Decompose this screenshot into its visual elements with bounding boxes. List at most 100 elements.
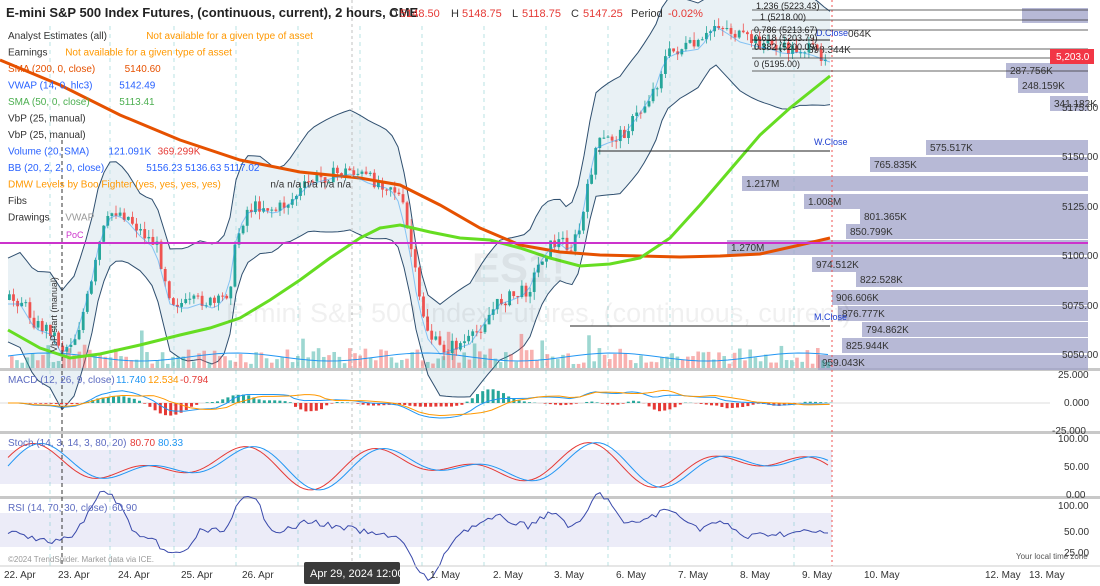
date-axis-label: 8. May (740, 570, 770, 581)
volume-bar (576, 363, 581, 368)
volume-bar (530, 349, 534, 368)
chart-canvas[interactable]: 287.756K248.159K341.182K575.517K765.835K… (0, 0, 1100, 586)
macd-value-1: 11.740 (116, 375, 146, 386)
macd-histogram-bar (736, 403, 739, 408)
volume-bar (680, 359, 685, 368)
symbol-title[interactable]: E-mini S&P 500 Index Futures, (continuou… (6, 5, 419, 20)
rsi-axis-mid: 50.00 (1064, 527, 1089, 538)
volume-bar (566, 353, 570, 368)
volume-bar (597, 348, 602, 368)
volume-bar (483, 354, 487, 368)
candle-body (418, 267, 421, 297)
macd-histogram-bar (330, 403, 334, 404)
volume-bar (602, 354, 607, 368)
volume-bar (706, 351, 711, 368)
volume-bar (249, 363, 253, 368)
stoch-value-1: 80.70 (130, 438, 155, 449)
volume-bar (727, 363, 732, 368)
legend-label: Volume (20, SMA) (8, 147, 89, 158)
candle-body (590, 174, 593, 184)
candle-body (627, 131, 630, 138)
volume-bar (467, 359, 472, 368)
volume-bar (415, 349, 420, 368)
macd-histogram-bar (320, 403, 323, 410)
volume-bar (358, 355, 362, 368)
candle-body (360, 171, 364, 174)
date-axis-label: 3. May (554, 570, 584, 581)
stoch-axis-mid: 50.00 (1064, 462, 1089, 473)
fib-label-0382: 0.382 (5200.09) (754, 42, 818, 52)
volume-bar (327, 355, 331, 368)
macd-histogram-bar (611, 403, 615, 405)
volume-bar (556, 359, 560, 368)
macd-histogram-bar (44, 403, 48, 404)
pane-separator-rsi[interactable] (0, 496, 1100, 499)
legend-value: 5140.60 (125, 64, 162, 75)
macd-histogram-bar (491, 389, 495, 403)
legend-label: SMA (50, 0, close) (8, 97, 90, 108)
candle-body (684, 42, 688, 50)
price-axis-label: 5050.00 (1062, 350, 1099, 361)
volume-bar (296, 356, 300, 368)
macd-histogram-bar (564, 403, 568, 405)
volume-bar (628, 360, 633, 368)
macd-histogram-bar (408, 403, 412, 406)
macd-histogram-bar (299, 403, 303, 410)
vbp-label: 974.512K (816, 260, 859, 271)
local-time-label[interactable]: Your local time zone (1016, 552, 1088, 561)
volume-bar (649, 361, 654, 368)
volume-bar (660, 357, 664, 368)
volume-bar (342, 363, 347, 368)
candle-body (159, 241, 163, 270)
candle-body (561, 237, 565, 240)
candle-body (467, 335, 470, 342)
volume-bar (691, 356, 695, 368)
vbp-label: 794.862K (866, 325, 909, 336)
date-axis-label: 13. May (1029, 570, 1065, 581)
vbp-label: 801.365K (864, 212, 907, 223)
volume-bar (426, 361, 430, 368)
date-axis-label: 2. May (493, 570, 523, 581)
macd-histogram-bar (548, 403, 552, 405)
volume-bar (155, 360, 160, 368)
vbp-label: 1.270M (731, 243, 764, 254)
stoch-legend[interactable]: Stoch (14, 3, 14, 3, 80, 20) 80.70 80.33 (8, 438, 183, 449)
rsi-legend[interactable]: RSI (14, 70, 30, close) 60.90 (8, 503, 137, 514)
price-axis-label: 5150.00 (1062, 152, 1099, 163)
macd-histogram-bar (725, 403, 729, 409)
volume-bar (384, 350, 388, 368)
macd-label: MACD (12, 26, 9, close) (8, 375, 115, 386)
pane-separator-stoch[interactable] (0, 431, 1100, 434)
chart-header: E-mini S&P 500 Index Futures, (continuou… (6, 5, 703, 20)
macd-histogram-bar (138, 400, 141, 403)
volume-bar (301, 338, 305, 368)
ohlc-o-label: O (389, 8, 398, 20)
volume-bar (696, 351, 700, 368)
volume-bar (353, 353, 357, 368)
candle-body (217, 295, 220, 303)
candle-body (258, 201, 261, 212)
macd-histogram-bar (439, 403, 443, 407)
volume-bar (36, 360, 40, 368)
macd-histogram-bar (122, 396, 126, 403)
date-axis-label: 23. Apr (58, 570, 90, 581)
volume-bar (670, 353, 674, 368)
volume-bar (290, 362, 295, 368)
legend-value: VWAP (65, 213, 94, 224)
volume-bar (654, 362, 659, 368)
macd-histogram-bar (34, 403, 37, 404)
candle-body (163, 269, 167, 282)
legend-value: 5156.23 5136.63 5117.02 (146, 163, 260, 174)
vbp-bar (804, 194, 1088, 209)
macd-histogram-bar (637, 401, 641, 403)
macd-histogram-bar (39, 403, 43, 404)
macd-histogram-bar (455, 403, 459, 406)
volume-bar (368, 357, 373, 368)
current-price-value: 5,203.0 (1056, 52, 1090, 63)
volume-bar (306, 357, 310, 368)
macd-histogram-bar (606, 403, 609, 405)
macd-histogram-bar (325, 403, 329, 406)
volume-bar (10, 356, 14, 368)
macd-histogram-bar (814, 401, 817, 403)
macd-histogram-bar (444, 403, 448, 407)
